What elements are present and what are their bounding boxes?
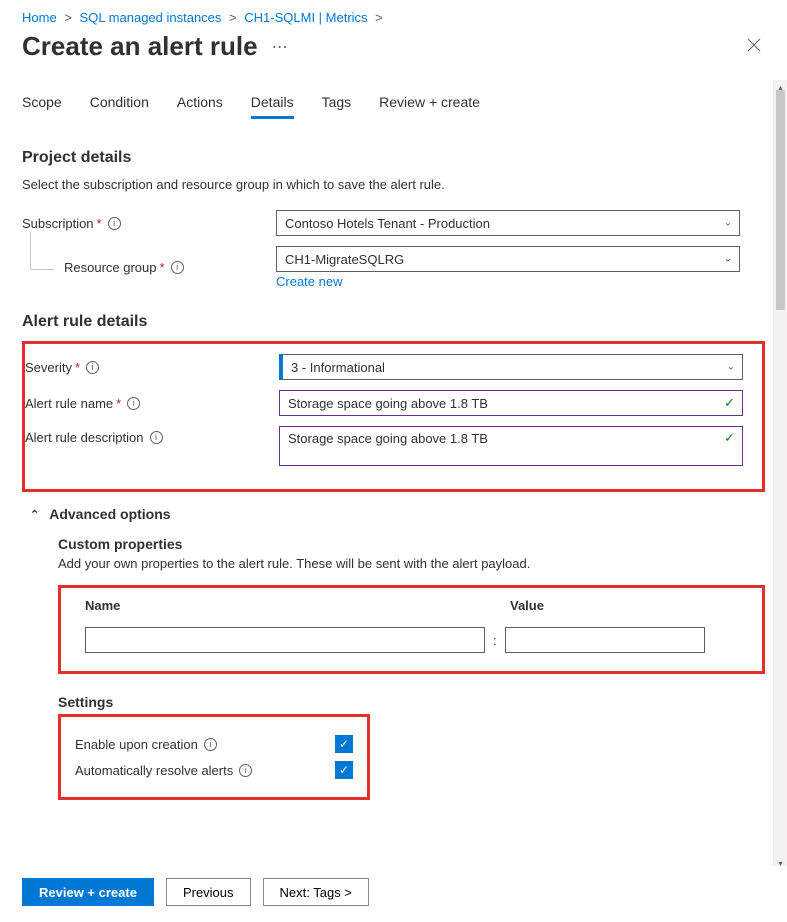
resource-group-select[interactable] [276, 246, 740, 272]
advanced-options-toggle[interactable]: ⌃ Advanced options [30, 506, 765, 522]
tab-scope[interactable]: Scope [22, 94, 62, 119]
auto-resolve-row: Automatically resolve alerts i ✓ [75, 761, 353, 779]
props-column-name: Name [85, 598, 510, 613]
props-column-value: Value [510, 598, 544, 613]
info-icon[interactable]: i [204, 738, 217, 751]
alert-rule-name-input[interactable] [279, 390, 743, 416]
enable-upon-creation-label: Enable upon creation [75, 737, 198, 752]
severity-select[interactable] [279, 354, 743, 380]
custom-property-name-input[interactable] [85, 627, 485, 653]
chevron-right-icon: > [64, 10, 72, 25]
chevron-up-icon: ⌃ [30, 508, 39, 521]
scrollbar-thumb[interactable] [776, 90, 785, 310]
breadcrumb-home[interactable]: Home [22, 10, 57, 25]
alert-rule-details-title: Alert rule details [22, 313, 765, 331]
project-details-title: Project details [22, 149, 765, 167]
custom-properties-highlight: Name Value : [58, 585, 765, 674]
check-icon: ✓ [724, 395, 735, 411]
subscription-label: Subscription [22, 216, 94, 231]
enable-upon-creation-row: Enable upon creation i ✓ [75, 735, 353, 753]
required-indicator: * [75, 360, 80, 375]
severity-label: Severity [25, 360, 72, 375]
scrollbar[interactable]: ▴ ▾ [773, 80, 787, 870]
tab-actions[interactable]: Actions [177, 94, 223, 119]
enable-upon-creation-checkbox[interactable]: ✓ [335, 735, 353, 753]
breadcrumb-sql-managed-instances[interactable]: SQL managed instances [80, 10, 222, 25]
tab-tags[interactable]: Tags [322, 94, 352, 119]
main-content: Scope Condition Actions Details Tags Rev… [0, 80, 787, 808]
custom-properties-desc: Add your own properties to the alert rul… [58, 556, 765, 571]
tab-review-create[interactable]: Review + create [379, 94, 480, 119]
check-icon: ✓ [724, 430, 735, 446]
alert-rule-description-row: Alert rule description i Storage space g… [25, 426, 754, 469]
resource-group-row: Resource group * i ⌄ Create new [22, 246, 765, 289]
required-indicator: * [116, 396, 121, 411]
info-icon[interactable]: i [108, 217, 121, 230]
tab-condition[interactable]: Condition [90, 94, 149, 119]
alert-details-highlight: Severity * i ⌄ Alert rule name * i ✓ Ale [22, 341, 765, 492]
settings-title: Settings [58, 694, 765, 710]
footer: Review + create Previous Next: Tags > [0, 866, 787, 922]
more-actions-icon[interactable]: ⋯ [272, 37, 288, 57]
auto-resolve-label: Automatically resolve alerts [75, 763, 233, 778]
close-button[interactable] [743, 32, 765, 61]
page-header: Create an alert rule ⋯ [0, 25, 787, 80]
colon-separator: : [493, 633, 497, 648]
alert-rule-description-label: Alert rule description [25, 430, 144, 445]
alert-rule-name-row: Alert rule name * i ✓ [25, 390, 754, 416]
custom-properties-title: Custom properties [58, 536, 765, 552]
required-indicator: * [160, 260, 165, 275]
create-new-link[interactable]: Create new [276, 274, 342, 289]
subscription-select[interactable] [276, 210, 740, 236]
alert-rule-name-label: Alert rule name [25, 396, 113, 411]
info-icon[interactable]: i [127, 397, 140, 410]
close-icon [747, 38, 761, 52]
info-icon[interactable]: i [171, 261, 184, 274]
previous-button[interactable]: Previous [166, 878, 251, 906]
custom-property-value-input[interactable] [505, 627, 705, 653]
resource-group-label: Resource group [64, 260, 157, 275]
advanced-options-body: Custom properties Add your own propertie… [22, 536, 765, 800]
advanced-options-label: Advanced options [49, 506, 170, 522]
auto-resolve-checkbox[interactable]: ✓ [335, 761, 353, 779]
review-create-button[interactable]: Review + create [22, 878, 154, 906]
tabs: Scope Condition Actions Details Tags Rev… [22, 80, 765, 119]
subscription-row: Subscription * i ⌄ [22, 210, 765, 236]
next-button[interactable]: Next: Tags > [263, 878, 369, 906]
custom-property-row: : [85, 627, 738, 653]
alert-rule-description-input[interactable]: Storage space going above 1.8 TB [279, 426, 743, 466]
severity-row: Severity * i ⌄ [25, 354, 754, 380]
settings-highlight: Enable upon creation i ✓ Automatically r… [58, 714, 370, 800]
tab-details[interactable]: Details [251, 94, 294, 119]
chevron-right-icon: > [375, 10, 383, 25]
chevron-right-icon: > [229, 10, 237, 25]
info-icon[interactable]: i [150, 431, 163, 444]
breadcrumb: Home > SQL managed instances > CH1-SQLMI… [0, 0, 787, 25]
breadcrumb-metrics[interactable]: CH1-SQLMI | Metrics [244, 10, 367, 25]
project-details-desc: Select the subscription and resource gro… [22, 177, 765, 192]
page-title: Create an alert rule [22, 31, 258, 62]
info-icon[interactable]: i [86, 361, 99, 374]
required-indicator: * [97, 216, 102, 231]
info-icon[interactable]: i [239, 764, 252, 777]
indent-line [30, 232, 54, 270]
